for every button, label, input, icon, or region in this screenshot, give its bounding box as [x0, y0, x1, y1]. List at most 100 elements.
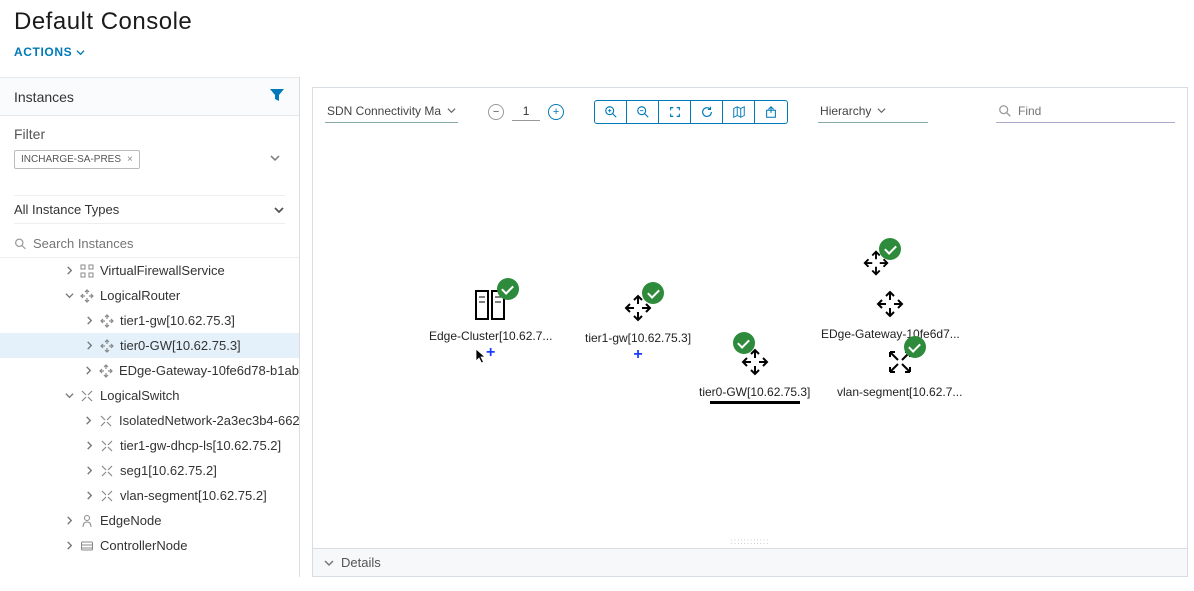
router-icon [874, 288, 906, 320]
filter-expander[interactable] [265, 148, 285, 171]
chevron-right-icon[interactable] [64, 516, 74, 525]
switch-icon [100, 439, 114, 453]
tree-row[interactable]: VirtualFirewallService [0, 258, 299, 283]
instances-header: Instances [0, 77, 299, 116]
chevron-down-icon [877, 106, 886, 115]
node-vlan-segment[interactable]: vlan-segment[10.62.7... [837, 346, 962, 399]
layout-dropdown-label: Hierarchy [820, 104, 871, 118]
close-icon[interactable]: × [127, 154, 133, 165]
actions-label: ACTIONS [14, 45, 72, 59]
node-label: Edge-Cluster[10.62.7... [429, 329, 552, 343]
tree-item-label: LogicalSwitch [100, 388, 180, 403]
details-panel-toggle[interactable]: Details [312, 549, 1188, 577]
tree-item-label: vlan-segment[10.62.75.2] [120, 488, 267, 503]
filter-icon[interactable] [269, 88, 285, 105]
search-icon [14, 237, 27, 251]
tree-row[interactable]: vlan-segment[10.62.75.2] [0, 483, 299, 508]
tree-row[interactable]: tier1-gw[10.62.75.3] [0, 308, 299, 333]
topology-canvas[interactable]: SDN Connectivity Ma − 1 + Hie [312, 87, 1188, 549]
node-icon [80, 514, 94, 528]
tree-item-label: EDge-Gateway-10fe6d78-b1ab- [119, 363, 299, 378]
chevron-down-icon[interactable] [64, 291, 74, 300]
sidebar: Instances Filter INCHARGE-SA-PRES × All … [0, 77, 300, 577]
node-tier0-gw[interactable]: tier0-GW[10.62.75.3] [699, 346, 810, 404]
map-tool[interactable] [723, 101, 755, 123]
expand-icon[interactable]: + [429, 345, 552, 361]
instance-type-label: All Instance Types [14, 202, 119, 217]
tree-row[interactable]: LogicalRouter [0, 283, 299, 308]
page-title: Default Console [0, 0, 1194, 40]
find-box[interactable] [996, 102, 1175, 123]
actions-menu[interactable]: ACTIONS [14, 45, 85, 59]
node-top-element[interactable] [861, 248, 891, 281]
tree-row[interactable]: LogicalSwitch [0, 383, 299, 408]
chevron-right-icon[interactable] [84, 366, 93, 375]
status-ok-icon [904, 336, 926, 358]
grid-icon [80, 264, 94, 278]
chevron-down-icon [323, 557, 335, 569]
export-tool[interactable] [755, 101, 787, 123]
instance-tree: VirtualFirewallService LogicalRouter tier1… [0, 258, 299, 577]
switch-icon [80, 389, 94, 403]
tree-item-label: tier1-gw[10.62.75.3] [120, 313, 235, 328]
router-icon [100, 339, 114, 353]
refresh-tool[interactable] [691, 101, 723, 123]
filter-chip-label: INCHARGE-SA-PRES [21, 154, 121, 165]
chevron-down-icon [273, 204, 285, 216]
node-label: EDge-Gateway-10fe6d7... [821, 327, 960, 341]
search-input[interactable] [33, 236, 285, 251]
search-instances[interactable] [0, 230, 299, 258]
expand-icon[interactable]: + [585, 347, 691, 363]
tree-item-label: EdgeNode [100, 513, 161, 528]
tree-item-label: LogicalRouter [100, 288, 180, 303]
canvas-tool-group [594, 100, 788, 124]
switch-icon [99, 414, 113, 428]
chevron-right-icon[interactable] [84, 441, 94, 450]
chevron-right-icon[interactable] [64, 541, 74, 550]
chevron-right-icon[interactable] [84, 416, 93, 425]
chevron-right-icon[interactable] [84, 341, 94, 350]
tree-row[interactable]: EdgeNode [0, 508, 299, 533]
chevron-down-icon[interactable] [64, 391, 74, 400]
resize-grip[interactable]: :::::::::::: [731, 537, 770, 546]
chevron-right-icon[interactable] [64, 266, 74, 275]
tree-item-label: tier0-GW[10.62.75.3] [120, 338, 241, 353]
router-icon [99, 364, 113, 378]
instances-header-label: Instances [14, 89, 74, 105]
router-icon [100, 314, 114, 328]
node-tier1-gw[interactable]: tier1-gw[10.62.75.3] + [585, 292, 691, 363]
tree-item-label: ControllerNode [100, 538, 187, 553]
tree-row[interactable]: IsolatedNetwork-2a3ec3b4-662 [0, 408, 299, 433]
tree-row[interactable]: EDge-Gateway-10fe6d78-b1ab- [0, 358, 299, 383]
topology-links [313, 88, 613, 238]
search-icon [998, 104, 1012, 118]
switch-icon [100, 464, 114, 478]
details-label: Details [341, 555, 381, 570]
chevron-right-icon[interactable] [84, 491, 94, 500]
zoom-out-tool[interactable] [627, 101, 659, 123]
tree-row[interactable]: ControllerNode [0, 533, 299, 558]
node-edge-cluster[interactable]: Edge-Cluster[10.62.7... + [429, 288, 552, 361]
selection-underline [710, 401, 800, 404]
main-area: SDN Connectivity Ma − 1 + Hie [300, 77, 1194, 577]
tree-row[interactable]: seg1[10.62.75.2] [0, 458, 299, 483]
tree-item-label: seg1[10.62.75.2] [120, 463, 217, 478]
tree-item-label: tier1-gw-dhcp-ls[10.62.75.2] [120, 438, 281, 453]
tree-row[interactable]: tier1-gw-dhcp-ls[10.62.75.2] [0, 433, 299, 458]
status-ok-icon [497, 278, 519, 300]
fit-tool[interactable] [659, 101, 691, 123]
layout-dropdown[interactable]: Hierarchy [818, 102, 928, 123]
filter-chip[interactable]: INCHARGE-SA-PRES × [14, 150, 140, 169]
tree-row[interactable]: tier0-GW[10.62.75.3] [0, 333, 299, 358]
chevron-right-icon[interactable] [84, 316, 94, 325]
tree-item-label: IsolatedNetwork-2a3ec3b4-662 [119, 413, 299, 428]
chevron-right-icon[interactable] [84, 466, 94, 475]
node-label: vlan-segment[10.62.7... [837, 385, 962, 399]
instance-type-select[interactable]: All Instance Types [14, 195, 285, 224]
node-edge-gateway[interactable]: EDge-Gateway-10fe6d7... [821, 288, 960, 341]
filter-section-label: Filter [0, 116, 299, 148]
status-ok-icon [879, 238, 901, 260]
node-label: tier0-GW[10.62.75.3] [699, 385, 810, 399]
switch-icon [100, 489, 114, 503]
find-input[interactable] [1018, 104, 1173, 118]
